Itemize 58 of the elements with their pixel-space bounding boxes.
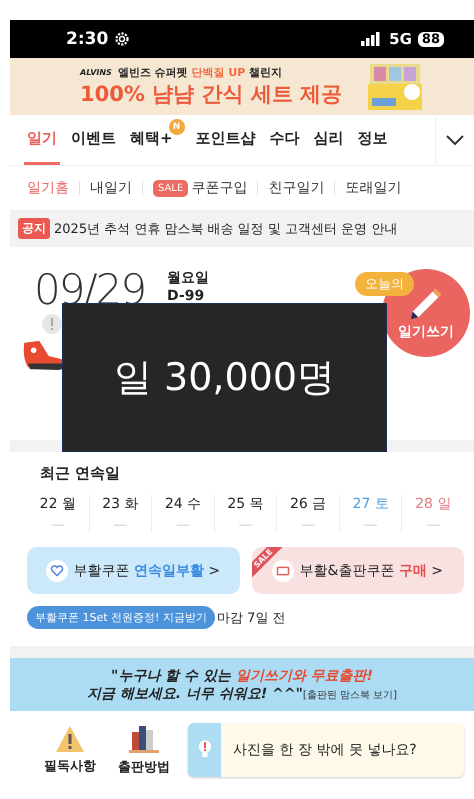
signal-icon (361, 32, 382, 46)
new-badge: N (168, 119, 185, 135)
day-mark: — (301, 517, 316, 533)
day-label: 24 수 (164, 495, 202, 513)
sub-nav-link[interactable]: 또래일기 (345, 179, 402, 197)
faq-card[interactable]: 사진을 한 장 밖에 못 넣나요? (188, 723, 464, 777)
today-badge: 오늘의 (355, 272, 414, 296)
day-label: 25 목 (227, 495, 264, 513)
day-mark: — (238, 517, 253, 533)
slogan-line: "누구나 할 수 있는 일기쓰기와 무료출판! (110, 666, 374, 684)
ad-headline: 100% 냠냠 간식 세트 제공 (80, 81, 342, 108)
weekday-label: 월요일 (167, 269, 210, 287)
day-label: 23 화 (102, 495, 138, 513)
notice-tag: 공지 (18, 218, 50, 239)
nav-tab[interactable]: 정보 (354, 115, 391, 165)
day-mark: — (364, 517, 378, 533)
brand-logo: ALVINS (80, 68, 112, 77)
status-time: 2:30 (66, 29, 108, 49)
day-mark: — (50, 517, 65, 533)
nav-tab[interactable]: 심리 (310, 115, 347, 165)
sub-nav-link[interactable]: SALE 쿠폰구입 (153, 179, 248, 197)
overlay-caption: 일 30,000명 (62, 303, 387, 452)
network-label: 5G (389, 30, 412, 48)
books-link[interactable]: [출판된 맘스북 보기] (302, 688, 398, 702)
sale-tag: SALE (153, 180, 188, 196)
deadline-text: 마감 7일 전 (216, 610, 286, 626)
shortcut-button[interactable]: 출판방법 (114, 724, 174, 776)
notice-bar[interactable]: 공지 2025년 추석 연휴 맘스북 배송 일정 및 고객센터 운영 안내 (10, 210, 474, 247)
slogan-line: 지금 해보세요. 너무 쉬워요! ^^" (86, 684, 303, 702)
books-icon (129, 724, 159, 754)
coupon-button[interactable]: 부활쿠폰 연속일부활 > (27, 547, 240, 594)
d-day-label: D-99 (167, 287, 206, 305)
ticket-icon (272, 560, 294, 582)
gear-icon (114, 31, 130, 47)
day-label: 27 토 (352, 495, 389, 513)
sub-nav-link[interactable]: 내일기 (90, 179, 132, 197)
battery-indicator: 88 (418, 32, 444, 46)
shortcut-button[interactable]: 필독사항 (40, 725, 100, 775)
sub-nav-link[interactable]: 친구일기 (268, 179, 324, 197)
faq-question: 사진을 한 장 밖에 못 넣나요? (232, 741, 417, 759)
slogan-banner[interactable]: "누구나 할 수 있는 일기쓰기와 무료출판! 지금 해보세요. 너무 쉬워요! ^^"[출판된 맘스북 보기] (10, 658, 474, 711)
nav-tab[interactable]: 포인트샵 (192, 115, 259, 165)
ad-banner[interactable]: ALVINS 엘빈즈 슈퍼펫 단백질 UP 챌린지 100% 냠냠 간식 세트 제공 (10, 58, 474, 115)
day-mark: — (176, 517, 190, 533)
day-label: 22 월 (40, 495, 76, 513)
info-icon (42, 314, 62, 334)
day-label: 28 일 (415, 495, 452, 513)
warning-icon (55, 725, 85, 753)
nav-tab[interactable]: 혜택+ N (127, 115, 185, 165)
day-label: 26 금 (290, 495, 326, 513)
ad-subtitle: 엘빈즈 슈퍼펫 단백질 UP 챌린지 (118, 65, 282, 80)
nav-tab[interactable]: 이벤트 (68, 115, 119, 165)
nav-tab[interactable]: 수다 (266, 115, 303, 165)
notice-text: 2025년 추석 연휴 맘스북 배송 일정 및 고객센터 운영 안내 (54, 220, 398, 238)
day-mark: — (426, 517, 440, 533)
chevron-down-icon (446, 135, 464, 145)
day-mark: — (113, 517, 128, 533)
section-title: 최근 연속일 (40, 464, 122, 483)
